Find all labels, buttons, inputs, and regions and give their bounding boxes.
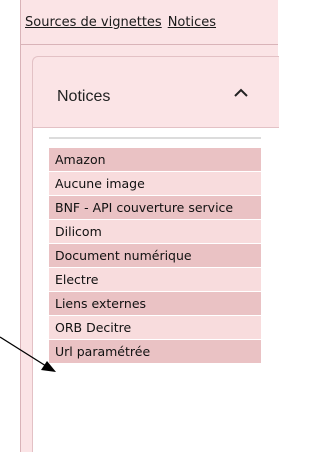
- list-item-document-numerique[interactable]: Document numérique: [49, 244, 261, 268]
- list-item-dilicom[interactable]: Dilicom: [49, 220, 261, 244]
- admin-panel: Sources de vignettes Notices Notices Amaz…: [20, 0, 279, 452]
- notices-card-header[interactable]: Notices: [33, 57, 279, 128]
- list-item-url-parametree[interactable]: Url paramétrée: [49, 340, 261, 364]
- breadcrumb-sources-de-vignettes[interactable]: Sources de vignettes: [25, 15, 162, 30]
- arrow-pointer-icon: [0, 336, 56, 372]
- list-item-aucune-image[interactable]: Aucune image: [49, 172, 261, 196]
- chevron-up-icon[interactable]: [231, 83, 251, 103]
- list-item-amazon[interactable]: Amazon: [49, 148, 261, 172]
- page: Sources de vignettes Notices Notices Amaz…: [0, 0, 279, 452]
- notices-list: Amazon Aucune image BNF - API couverture…: [49, 137, 261, 364]
- list-item-bnf-api-couverture-service[interactable]: BNF - API couverture service: [49, 196, 261, 220]
- breadcrumb-notices[interactable]: Notices: [168, 15, 216, 30]
- breadcrumb-divider: [21, 44, 278, 45]
- list-item-electre[interactable]: Electre: [49, 268, 261, 292]
- breadcrumb: Sources de vignettes Notices: [25, 15, 216, 30]
- list-item-liens-externes[interactable]: Liens externes: [49, 292, 261, 316]
- card-title: Notices: [57, 88, 111, 105]
- list-divider: [49, 137, 261, 139]
- notices-card: Notices Amazon Aucune image BNF - API co…: [32, 56, 279, 452]
- list-item-orb-decitre[interactable]: ORB Decitre: [49, 316, 261, 340]
